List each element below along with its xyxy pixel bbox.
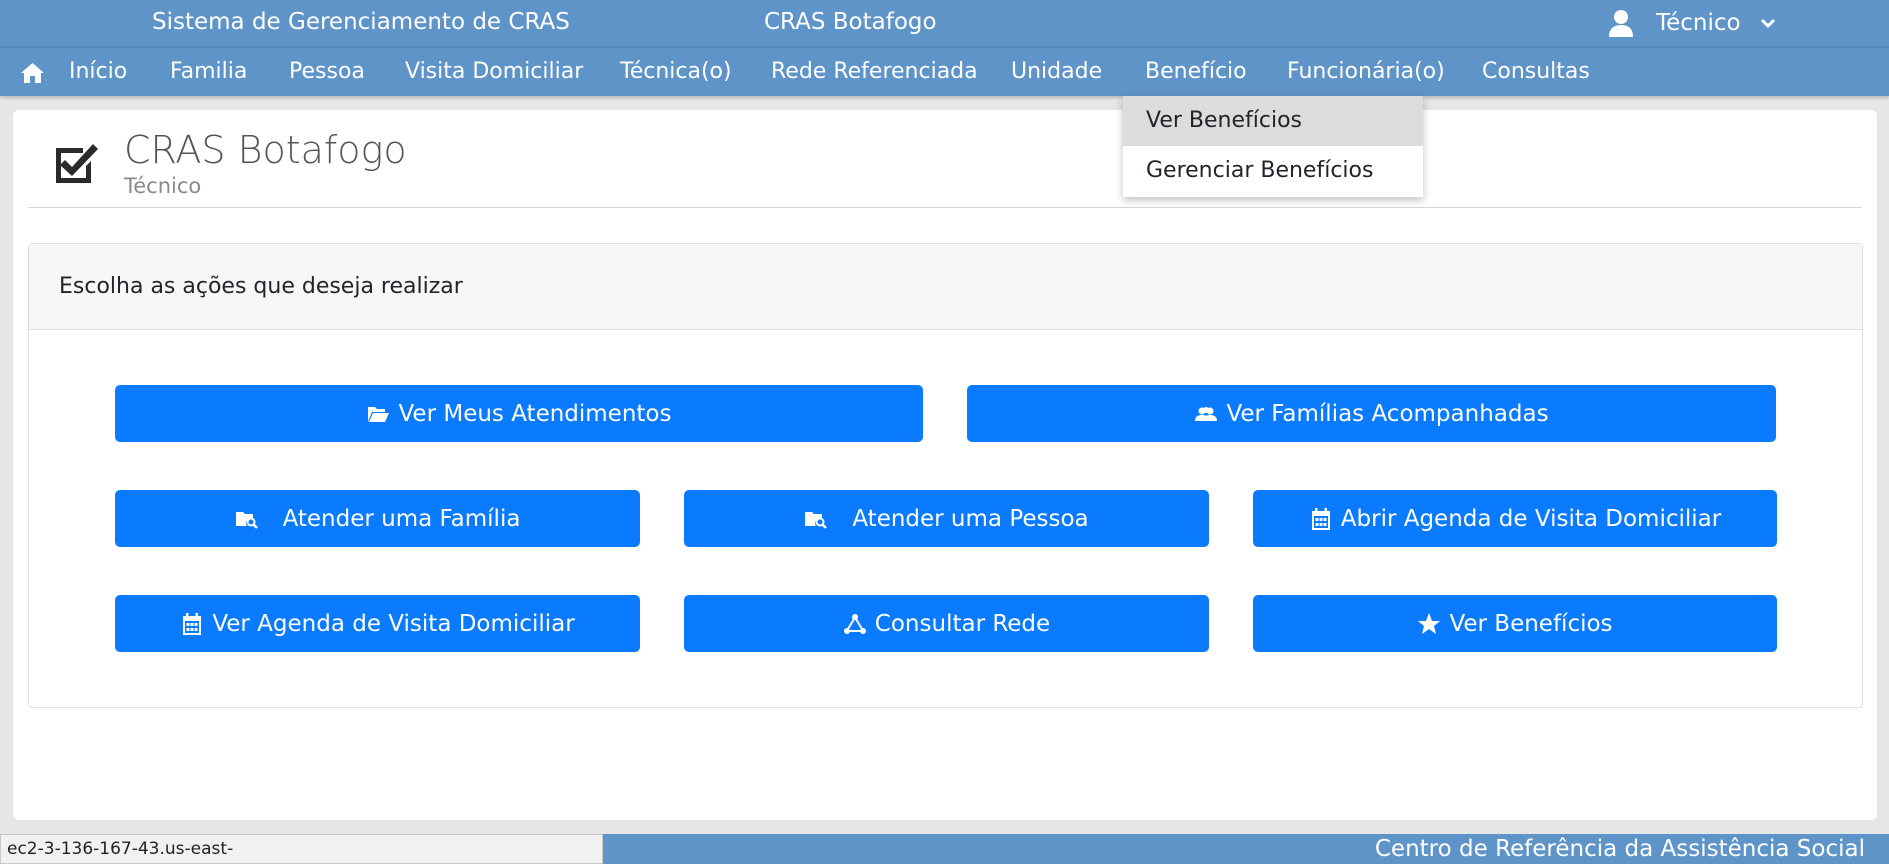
folder-search-icon [805,511,828,529]
page-title: CRAS Botafogo [124,128,407,172]
dropdown-item-gerenciar-beneficios[interactable]: Gerenciar Benefícios [1123,146,1423,196]
chevron-down-icon [1760,18,1775,29]
users-icon [1195,406,1218,421]
home-icon[interactable] [20,62,45,84]
nav-consultas[interactable]: Consultas [1482,59,1590,84]
nav-familia[interactable]: Familia [170,59,247,84]
nav-beneficio[interactable]: Benefício [1145,59,1247,84]
ver-agenda-button[interactable]: Ver Agenda de Visita Domiciliar [115,595,640,652]
card-header: Escolha as ações que deseja realizar [29,244,1862,330]
system-title: Sistema de Gerenciamento de CRAS [152,9,570,35]
nav-tecnica[interactable]: Técnica(o) [620,59,732,84]
dropdown-item-ver-beneficios[interactable]: Ver Benefícios [1123,96,1423,146]
button-label: Ver Famílias Acompanhadas [1226,400,1549,427]
button-label: Ver Benefícios [1449,610,1613,637]
unit-title: CRAS Botafogo [764,9,937,35]
folder-open-icon [368,406,390,422]
abrir-agenda-button[interactable]: Abrir Agenda de Visita Domiciliar [1253,490,1777,547]
ver-familias-acompanhadas-button[interactable]: Ver Famílias Acompanhadas [967,385,1776,442]
nav-pessoa[interactable]: Pessoa [289,59,365,84]
button-label: Consultar Rede [874,610,1051,637]
folder-search-icon [235,511,258,529]
main-panel: CRAS Botafogo Técnico Escolha as ações q… [13,110,1877,820]
ver-meus-atendimentos-button[interactable]: Ver Meus Atendimentos [115,385,923,442]
ver-beneficios-button[interactable]: Ver Benefícios [1253,595,1777,652]
calendar-icon [183,612,202,635]
button-label: Atender uma Pessoa [852,505,1089,532]
beneficio-dropdown-menu: Ver Benefícios Gerenciar Benefícios [1123,96,1423,197]
nav-visita-domiciliar[interactable]: Visita Domiciliar [405,59,583,84]
consultar-rede-button[interactable]: Consultar Rede [684,595,1209,652]
nav-funcionaria[interactable]: Funcionária(o) [1287,59,1445,84]
button-label: Abrir Agenda de Visita Domiciliar [1340,505,1722,532]
main-navbar: Início Familia Pessoa Visita Domiciliar … [0,46,1889,96]
actions-card: Escolha as ações que deseja realizar Ver… [28,243,1863,708]
atender-familia-button[interactable]: Atender uma Família [115,490,640,547]
button-label: Atender uma Família [282,505,521,532]
nav-rede-referenciada[interactable]: Rede Referenciada [771,59,978,84]
button-label: Ver Meus Atendimentos [398,400,672,427]
user-menu[interactable]: Técnico [1608,9,1777,37]
user-icon [1609,10,1633,37]
nav-unidade[interactable]: Unidade [1011,59,1102,84]
atender-pessoa-button[interactable]: Atender uma Pessoa [684,490,1209,547]
checkbox-checked-icon [56,144,98,183]
button-label: Ver Agenda de Visita Domiciliar [212,610,575,637]
user-name: Técnico [1656,10,1741,36]
star-icon [1418,612,1441,634]
nav-inicio[interactable]: Início [69,59,127,84]
status-bar-url: ec2-3-136-167-43.us-east-2.compute.amazo… [0,834,603,864]
top-bar: Sistema de Gerenciamento de CRAS CRAS Bo… [0,0,1889,46]
network-icon [843,613,866,634]
calendar-icon [1311,507,1330,530]
footer-text: Centro de Referência da Assistência Soci… [1374,836,1865,862]
divider [28,207,1862,208]
page-subtitle: Técnico [124,174,202,198]
